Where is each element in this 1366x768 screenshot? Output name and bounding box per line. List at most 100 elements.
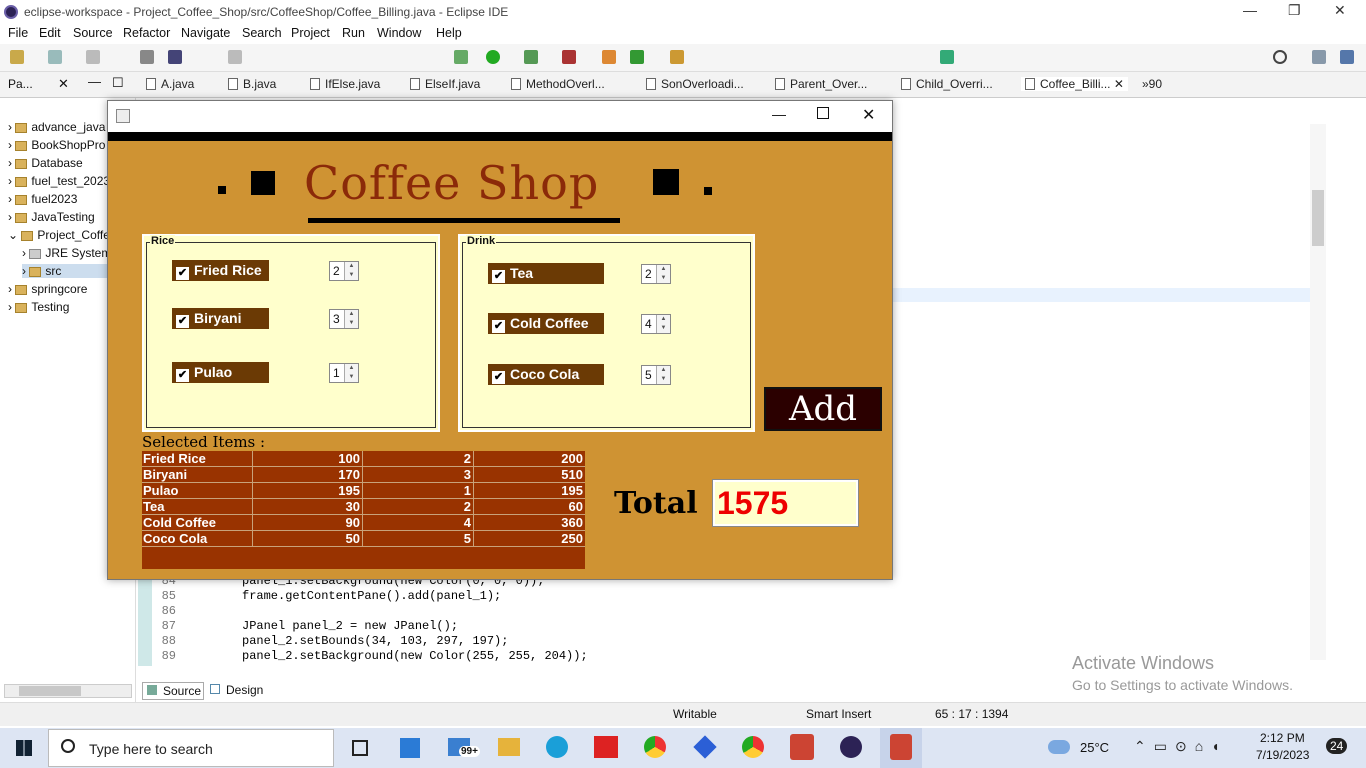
java-icon[interactable] (790, 734, 814, 760)
pulao-qty-spinner[interactable]: 1 ▲ ▼ (329, 363, 359, 383)
tab-elseif-java[interactable]: ElseIf.java (410, 77, 480, 91)
eclipse-taskbar-icon[interactable] (840, 736, 862, 758)
wps-icon[interactable] (594, 736, 618, 758)
chrome-icon[interactable] (644, 736, 666, 758)
drink-panel: Drink ✔ Tea 2 ▲ ▼ ✔ Cold Coffee 4 ▲ ▼ ✔ Coco Co… (458, 234, 755, 432)
system-tray-icons[interactable]: ⌃▭⊙⌂◖ (1134, 738, 1228, 755)
decor-square-left (251, 171, 275, 195)
menu-refactor[interactable]: Refactor (123, 26, 170, 40)
menu-project[interactable]: Project (291, 26, 330, 40)
tea-qty-spinner[interactable]: 2 ▲ ▼ (641, 264, 671, 284)
file-explorer-icon[interactable] (498, 738, 520, 756)
table-row[interactable]: Coco Cola 50 5 250 (142, 531, 585, 547)
spinner-up-icon: ▲ (660, 266, 667, 272)
close-icon[interactable]: ✕ (862, 105, 875, 125)
tea-checkbox[interactable]: ✔ Tea (488, 263, 604, 284)
debug-icon[interactable] (454, 50, 468, 64)
windows-start-icon[interactable] (16, 740, 32, 756)
task-view-icon[interactable] (352, 740, 368, 756)
fried-rice-checkbox[interactable]: ✔ Fried Rice (172, 260, 269, 281)
spinner-down-icon: ▼ (660, 325, 667, 331)
tab-b-java[interactable]: B.java (228, 77, 276, 91)
table-row[interactable]: Pulao 195 1 195 (142, 483, 585, 499)
java-app-active[interactable] (880, 728, 922, 768)
new-class-icon[interactable] (630, 50, 644, 64)
total-field[interactable]: 1575 (712, 479, 859, 527)
fried-rice-qty-spinner[interactable]: 2 ▲ ▼ (329, 261, 359, 281)
design-tab[interactable]: Design (208, 682, 270, 700)
store-icon[interactable] (400, 738, 420, 758)
source-tab[interactable]: Source (142, 682, 204, 700)
restore-icon[interactable]: ❐ (1288, 2, 1301, 19)
minimize-view-icon[interactable]: — (88, 74, 101, 89)
source-tab-label: Source (163, 684, 202, 698)
new-java-project-icon[interactable] (602, 50, 616, 64)
menu-search[interactable]: Search (242, 26, 282, 40)
run-icon[interactable] (486, 50, 500, 64)
close-icon[interactable]: ✕ (1334, 2, 1346, 19)
menu-edit[interactable]: Edit (39, 26, 61, 40)
menu-bar: File Edit Source Refactor Navigate Searc… (0, 24, 1366, 44)
resume-icon[interactable] (228, 50, 242, 64)
coco-cola-qty-spinner[interactable]: 5 ▲ ▼ (641, 365, 671, 385)
cold-coffee-qty-spinner[interactable]: 4 ▲ ▼ (641, 314, 671, 334)
pulao-checkbox[interactable]: ✔ Pulao (172, 362, 269, 383)
terminal-icon[interactable] (168, 50, 182, 64)
biryani-qty-spinner[interactable]: 3 ▲ ▼ (329, 309, 359, 329)
copilot-icon[interactable] (693, 735, 717, 759)
package-explorer-tab[interactable]: Pa... (8, 77, 33, 91)
table-row[interactable]: Tea 30 2 60 (142, 499, 585, 515)
notification-count[interactable]: 24 (1326, 738, 1348, 754)
table-row[interactable]: Cold Coffee 90 4 360 (142, 515, 585, 531)
selected-items-table[interactable]: Fried Rice 100 2 200 Biryani 170 3 510 P… (142, 451, 585, 569)
menu-file[interactable]: File (8, 26, 28, 40)
tab-a-java[interactable]: A.java (146, 77, 194, 91)
perspective-icon[interactable] (940, 50, 954, 64)
clock-date[interactable]: 7/19/2023 (1256, 748, 1309, 762)
menu-help[interactable]: Help (436, 26, 462, 40)
open-type-icon[interactable] (670, 50, 684, 64)
tab-methodoverl[interactable]: MethodOverl... (511, 77, 605, 91)
table-row[interactable]: Biryani 170 3 510 (142, 467, 585, 483)
cold-coffee-checkbox[interactable]: ✔ Cold Coffee (488, 313, 604, 334)
java-perspective-icon[interactable] (1340, 50, 1354, 64)
status-insert-mode: Smart Insert (806, 707, 872, 721)
table-row[interactable]: Fried Rice 100 2 200 (142, 451, 585, 467)
tab-sonoverloadi[interactable]: SonOverloadi... (646, 77, 744, 91)
add-button[interactable]: Add (764, 387, 882, 431)
tab-child-overri[interactable]: Child_Overri... (901, 77, 993, 91)
search-icon[interactable] (1273, 50, 1287, 64)
maximize-view-icon[interactable]: ☐ (112, 75, 124, 91)
menu-navigate[interactable]: Navigate (181, 26, 230, 40)
menu-run[interactable]: Run (342, 26, 365, 40)
edge-icon[interactable] (546, 736, 568, 758)
tab-coffee-billing-active[interactable]: Coffee_Billi... ✕ (1021, 77, 1128, 91)
menu-source[interactable]: Source (73, 26, 113, 40)
chrome-profile-icon[interactable] (742, 736, 764, 758)
menu-window[interactable]: Window (377, 26, 421, 40)
code-line: 89 panel_2.setBackground(new Color(255, 2… (161, 649, 588, 663)
vertical-scrollbar[interactable] (1310, 124, 1326, 660)
new-icon[interactable] (10, 50, 24, 64)
spinner-up-icon: ▲ (348, 365, 355, 371)
weather-icon[interactable] (1048, 740, 1070, 754)
horizontal-scrollbar[interactable] (4, 684, 132, 698)
external-tools-icon[interactable] (562, 50, 576, 64)
open-perspective-icon[interactable] (1312, 50, 1326, 64)
save-icon[interactable] (86, 50, 100, 64)
close-icon[interactable]: ✕ (58, 76, 69, 92)
minimize-icon[interactable]: — (1243, 2, 1257, 18)
weather-temp[interactable]: 25°C (1080, 740, 1109, 755)
tab-ifelse-java[interactable]: IfElse.java (310, 77, 380, 91)
coverage-icon[interactable] (524, 50, 538, 64)
clock-time[interactable]: 2:12 PM (1260, 731, 1305, 745)
minimize-icon[interactable]: — (772, 106, 786, 122)
coco-cola-checkbox[interactable]: ✔ Coco Cola (488, 364, 604, 385)
biryani-checkbox[interactable]: ✔ Biryani (172, 308, 269, 329)
maximize-icon[interactable] (817, 107, 829, 119)
tab-overflow[interactable]: »90 (1142, 77, 1162, 91)
open-icon[interactable] (48, 50, 62, 64)
tab-parent-over[interactable]: Parent_Over... (775, 77, 867, 91)
taskbar-search[interactable]: Type here to search (48, 729, 334, 767)
print-icon[interactable] (140, 50, 154, 64)
